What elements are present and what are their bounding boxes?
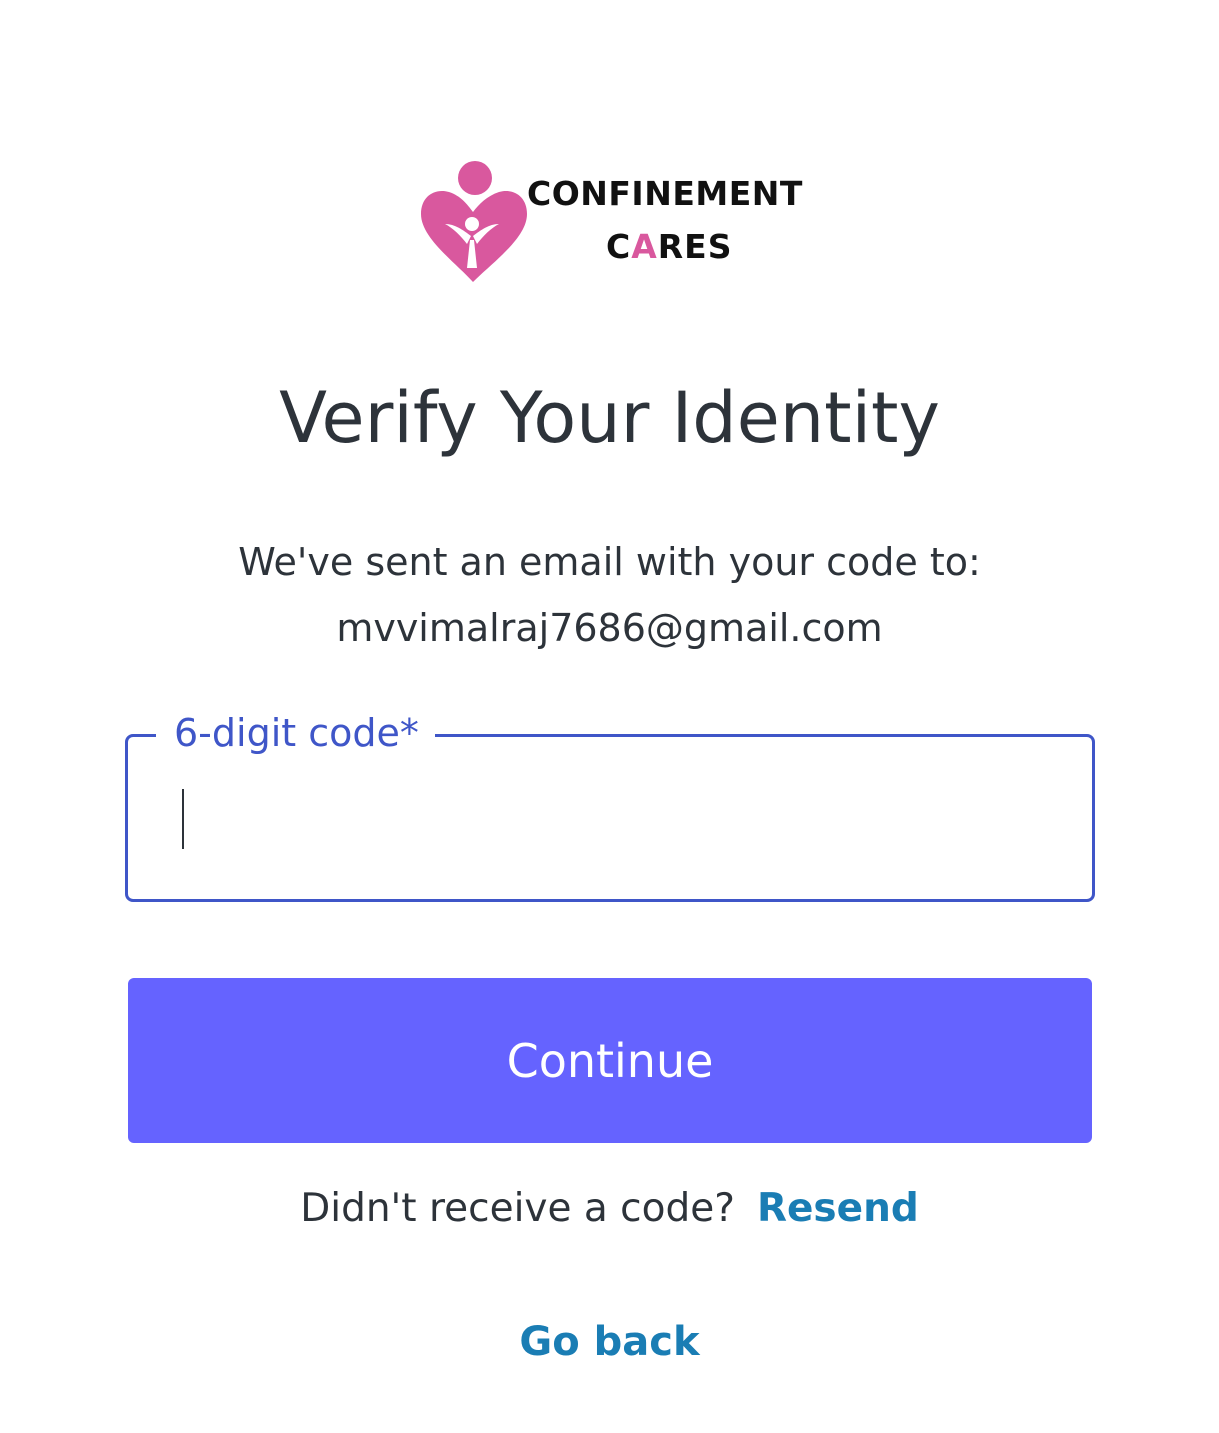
code-field-label: 6-digit code* [156, 707, 435, 759]
resend-row: Didn't receive a code? Resend [0, 1182, 1219, 1236]
code-input[interactable] [168, 777, 1048, 857]
brand-name-line-2: CARES [606, 227, 733, 266]
continue-button[interactable]: Continue [128, 978, 1092, 1143]
code-field: 6-digit code* [125, 707, 1095, 902]
go-back-link[interactable]: Go back [519, 1319, 699, 1365]
mother-child-heart-icon [421, 161, 527, 282]
brand-letters-res: RES [657, 227, 733, 266]
resend-prompt: Didn't receive a code? [300, 1186, 735, 1231]
recipient-email: mvvimalraj7686@gmail.com [336, 606, 883, 650]
text-caret [182, 789, 184, 849]
brand-name-line-1: CONFINEMENT [527, 174, 803, 213]
resend-link[interactable]: Resend [757, 1186, 919, 1231]
go-back-row: Go back [0, 1314, 1219, 1370]
brand-letter-a-accent: A [631, 227, 658, 266]
code-sent-message: We've sent an email with your code to: [238, 540, 981, 584]
brand-logo: CONFINEMENT CARES [415, 158, 815, 288]
brand-letter-c: C [606, 227, 632, 266]
page-title: Verify Your Identity [279, 377, 940, 459]
